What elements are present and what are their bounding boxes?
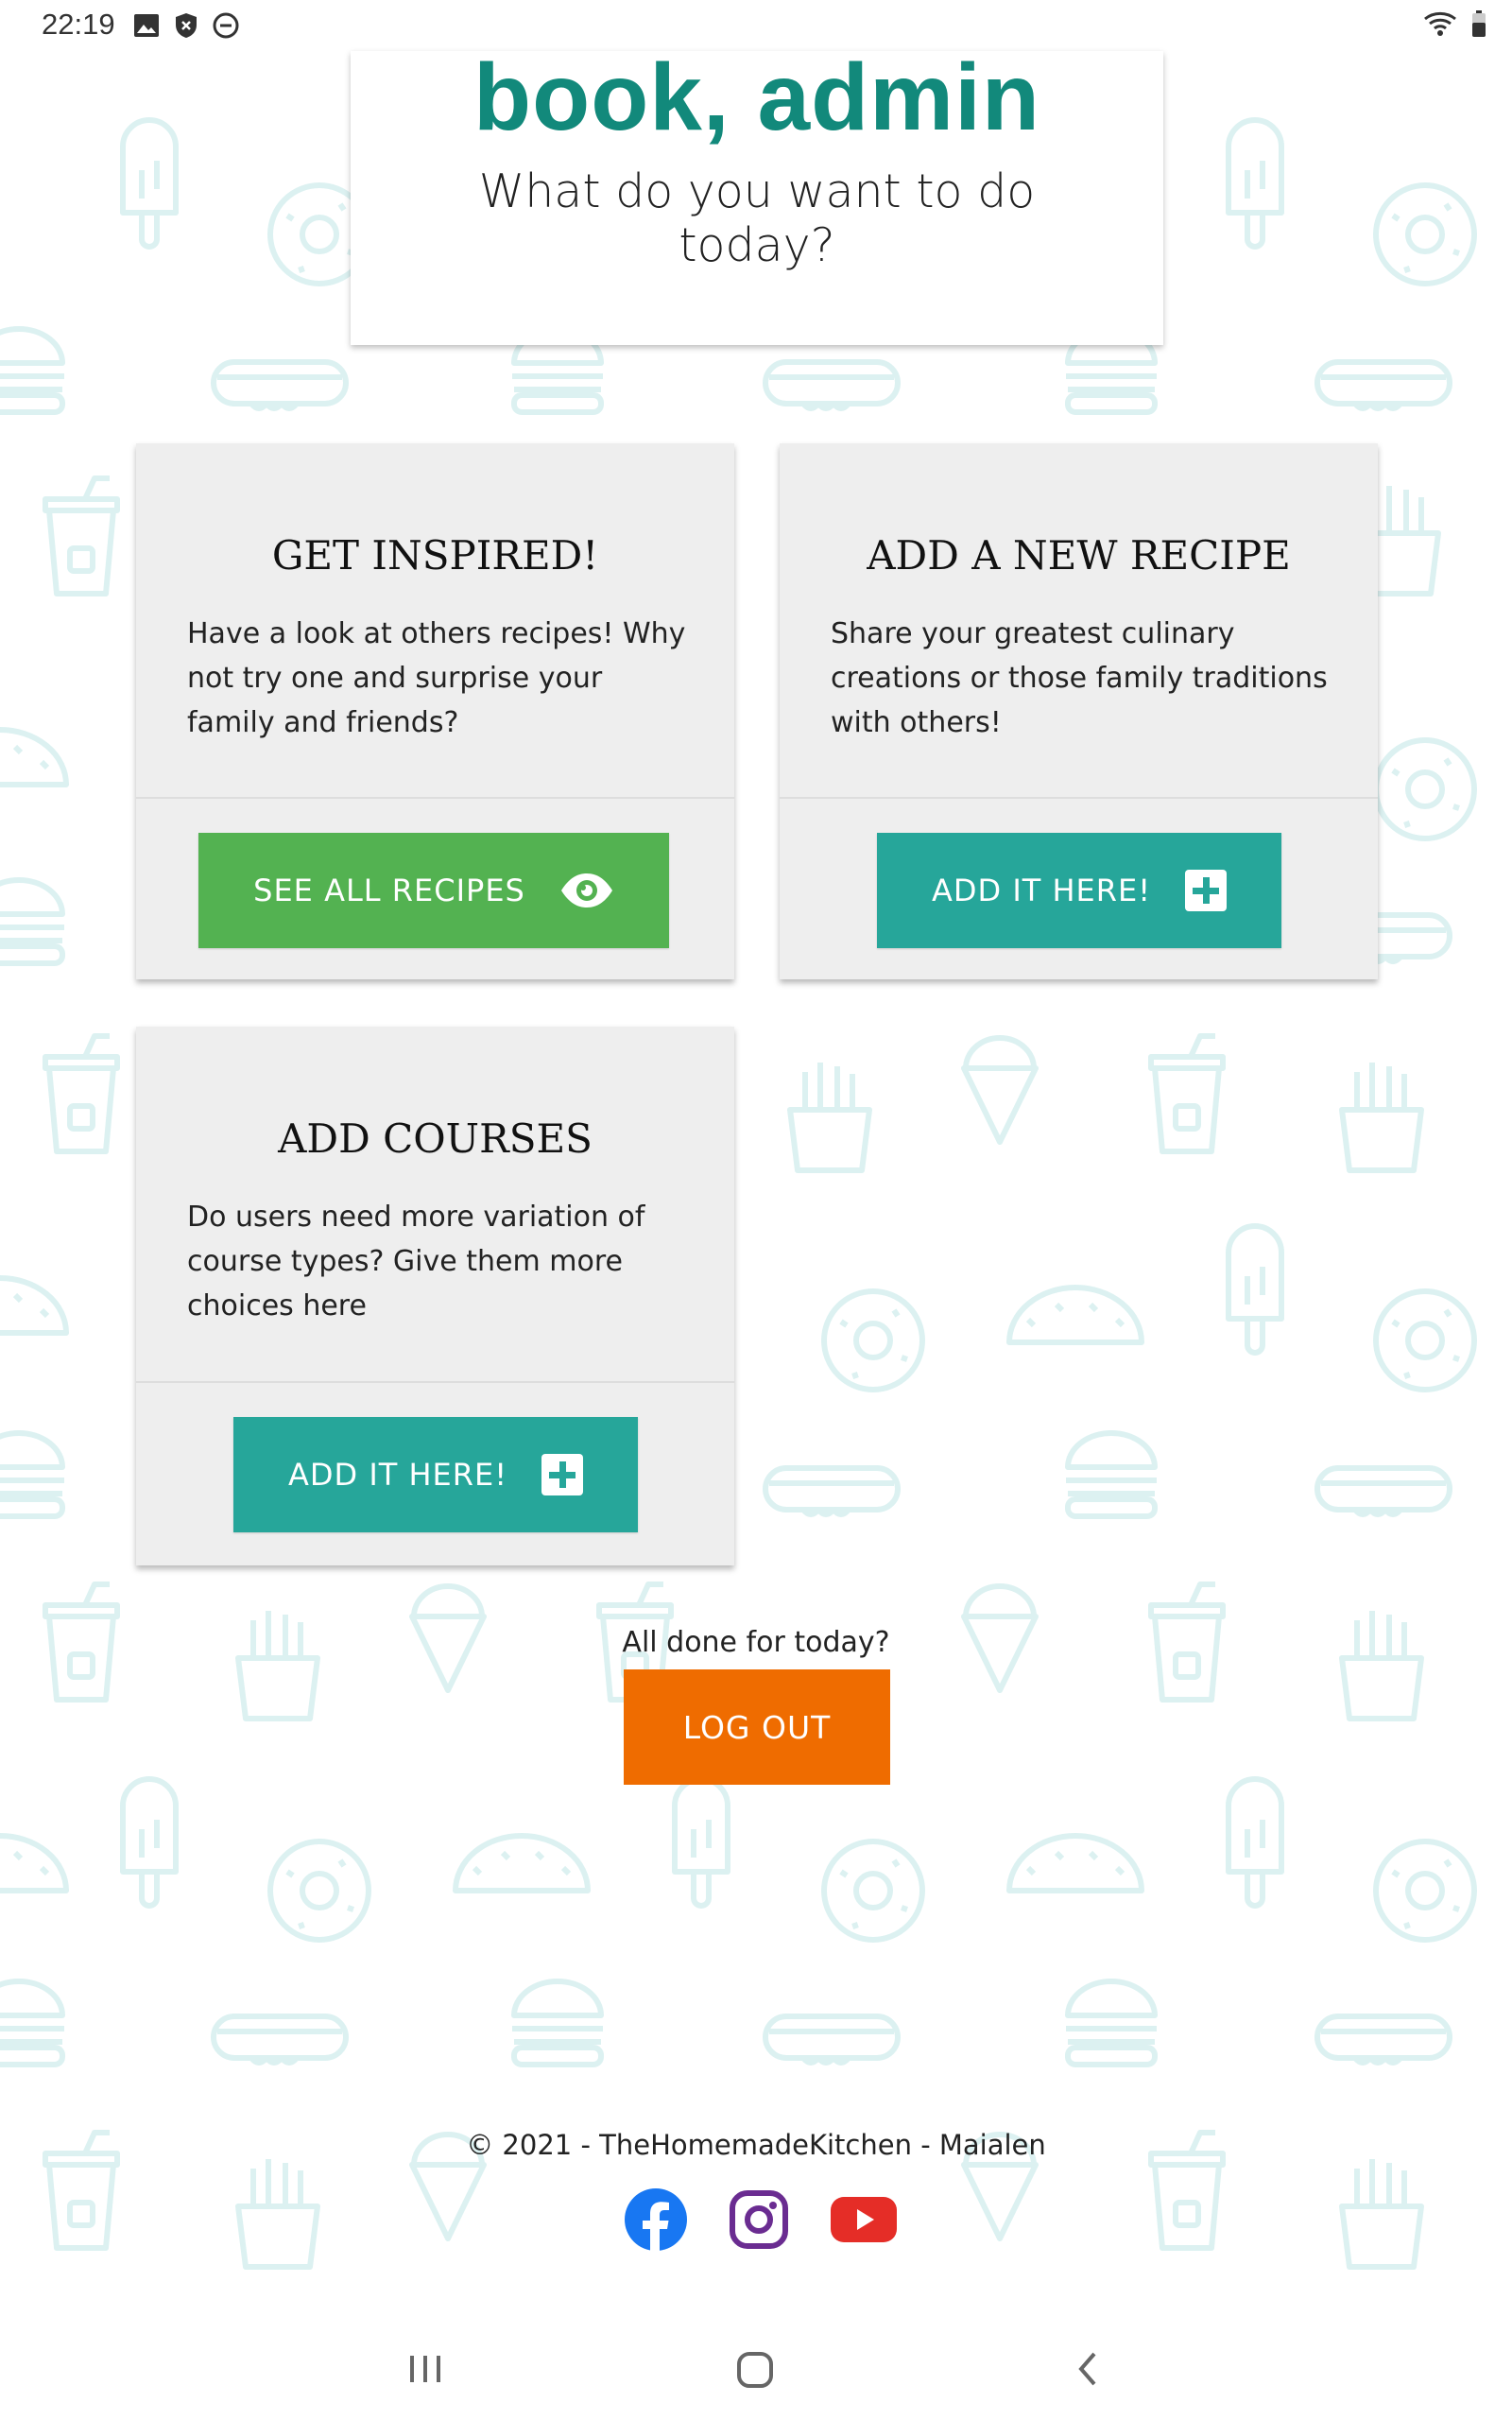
status-time: 22:19 xyxy=(42,8,115,41)
card-title: ADD COURSES xyxy=(278,1115,593,1162)
status-bar: 22:19 xyxy=(0,0,1512,51)
facebook-icon[interactable] xyxy=(624,2187,688,2252)
welcome-card: book, admin What do you want to do today… xyxy=(351,44,1163,345)
card-title: ADD A NEW RECIPE xyxy=(867,532,1291,579)
card-divider xyxy=(136,1381,734,1383)
instagram-icon[interactable] xyxy=(730,2190,788,2249)
battery-icon xyxy=(1472,10,1486,37)
footer-copyright: © 2021 - TheHomemadeKitchen - Maialen xyxy=(466,2129,1046,2161)
button-label: ADD IT HERE! xyxy=(287,1457,508,1493)
add-recipe-button[interactable]: ADD IT HERE! xyxy=(877,833,1281,948)
card-divider xyxy=(136,797,734,799)
add-courses-button[interactable]: ADD IT HERE! xyxy=(233,1417,638,1532)
status-icons-right xyxy=(1421,9,1487,38)
logout-button[interactable]: LOG OUT xyxy=(624,1669,890,1785)
card-divider xyxy=(780,797,1378,799)
wifi-icon xyxy=(1424,11,1456,36)
eye-icon xyxy=(560,873,612,908)
card-text: Do users need more variation of course t… xyxy=(187,1201,645,1322)
add-recipe-card: ADD A NEW RECIPE Share your greatest cul… xyxy=(780,443,1378,979)
logout-prompt: All done for today? xyxy=(622,1626,890,1659)
system-nav-bar xyxy=(0,2325,1512,2420)
image-icon xyxy=(134,14,159,37)
back-icon[interactable] xyxy=(1068,2348,1109,2390)
welcome-title: book, admin xyxy=(473,44,1040,150)
get-inspired-card: GET INSPIRED! Have a look at others reci… xyxy=(136,443,734,979)
add-courses-card: ADD COURSES Do users need more variation… xyxy=(136,1027,734,1565)
social-links xyxy=(624,2187,898,2252)
card-text: Have a look at others recipes! Why not t… xyxy=(187,617,686,739)
shield-icon xyxy=(176,13,197,38)
plus-square-icon xyxy=(541,1454,584,1495)
button-label: SEE ALL RECIPES xyxy=(253,873,525,908)
status-icons-left xyxy=(132,11,240,40)
see-all-recipes-button[interactable]: SEE ALL RECIPES xyxy=(198,833,669,948)
card-text: Share your greatest culinary creations o… xyxy=(831,617,1328,739)
home-icon[interactable] xyxy=(733,2348,777,2392)
welcome-subtitle: What do you want to do today? xyxy=(478,164,1036,272)
recent-apps-icon[interactable] xyxy=(404,2348,446,2390)
card-title: GET INSPIRED! xyxy=(271,532,599,579)
youtube-icon[interactable] xyxy=(830,2195,898,2244)
button-label: ADD IT HERE! xyxy=(931,873,1152,908)
plus-square-icon xyxy=(1185,870,1228,911)
dnd-icon xyxy=(213,12,239,39)
